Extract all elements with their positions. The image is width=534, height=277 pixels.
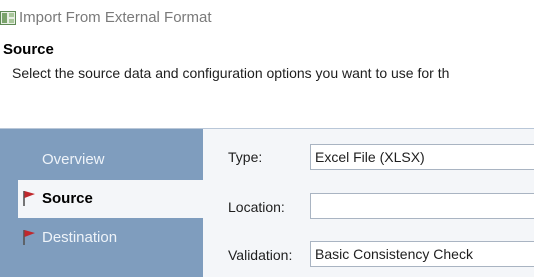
window-titlebar: Import From External Format bbox=[0, 0, 534, 36]
nav-item-label: Overview bbox=[42, 151, 105, 168]
page-description: Select the source data and configuration… bbox=[12, 65, 450, 81]
nav-item-source[interactable]: Source bbox=[18, 180, 203, 218]
validation-select[interactable]: Basic Consistency Check bbox=[310, 241, 534, 267]
source-form: Type: Excel File (XLSX) Location: Valida… bbox=[203, 129, 534, 277]
type-select-value: Excel File (XLSX) bbox=[315, 149, 425, 165]
import-icon bbox=[0, 11, 16, 25]
red-flag-icon bbox=[23, 230, 35, 245]
validation-select-value: Basic Consistency Check bbox=[315, 246, 473, 262]
wizard-nav: Overview Source Destination bbox=[0, 129, 203, 277]
page-title: Source bbox=[3, 41, 54, 58]
location-input[interactable] bbox=[310, 193, 534, 219]
validation-label: Validation: bbox=[228, 247, 293, 263]
nav-item-label: Source bbox=[42, 190, 93, 207]
window-title: Import From External Format bbox=[19, 9, 212, 26]
type-label: Type: bbox=[228, 149, 263, 165]
nav-item-destination[interactable]: Destination bbox=[18, 219, 203, 257]
type-select[interactable]: Excel File (XLSX) bbox=[310, 144, 534, 170]
red-flag-icon bbox=[23, 191, 35, 206]
nav-item-overview[interactable]: Overview bbox=[18, 141, 203, 179]
location-label: Location: bbox=[228, 199, 285, 215]
nav-item-label: Destination bbox=[42, 229, 118, 246]
